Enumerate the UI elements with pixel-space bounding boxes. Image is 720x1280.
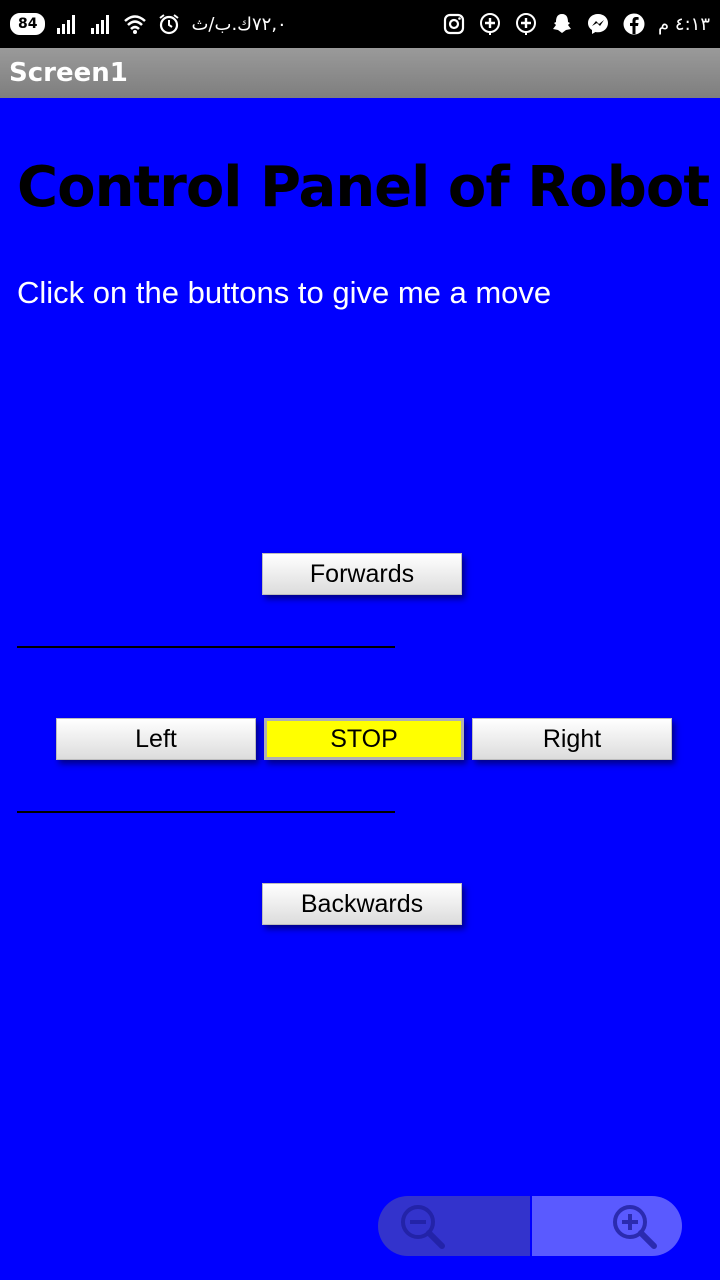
right-button[interactable]: Right	[472, 718, 672, 760]
battery-indicator: 84	[10, 13, 46, 35]
stop-button[interactable]: STOP	[264, 718, 464, 760]
signal-icon	[91, 15, 110, 34]
zoom-in-button[interactable]	[532, 1196, 682, 1256]
instructions-label: Click on the buttons to give me a move	[17, 275, 552, 310]
zoom-out-icon	[401, 1205, 445, 1249]
divider-top	[17, 646, 395, 648]
signal-icon	[57, 15, 76, 34]
network-speed: ٧٢,٠ك.ب/ث	[191, 13, 287, 35]
messenger-icon	[588, 14, 609, 34]
app-title-bar: Screen1	[0, 48, 720, 98]
divider-bottom	[17, 811, 395, 813]
status-bar: 84 ٧٢,٠ك.ب/ث ٤:١٣ م	[0, 0, 720, 48]
forwards-button[interactable]: Forwards	[262, 553, 462, 595]
add-circle-icon	[516, 13, 537, 35]
clock: ٤:١٣ م	[658, 13, 710, 35]
status-bar-left: 84 ٧٢,٠ك.ب/ث	[10, 12, 287, 36]
instagram-icon	[443, 13, 465, 35]
add-circle-icon	[480, 13, 501, 35]
alarm-icon	[159, 14, 180, 35]
zoom-out-button[interactable]	[378, 1196, 530, 1256]
status-bar-right: ٤:١٣ م	[442, 12, 710, 36]
zoom-in-icon	[613, 1205, 657, 1249]
backwards-button[interactable]: Backwards	[262, 883, 462, 925]
left-button[interactable]: Left	[56, 718, 256, 760]
page-title: Control Panel of Robot	[17, 155, 710, 220]
facebook-icon	[623, 13, 645, 35]
snapchat-icon	[553, 14, 572, 33]
wifi-icon	[124, 15, 147, 34]
